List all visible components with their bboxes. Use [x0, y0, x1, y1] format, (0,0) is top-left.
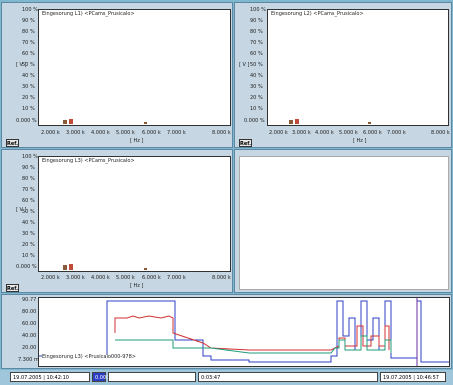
y-tick: 100 %: [250, 7, 266, 13]
spectrum-bar: [63, 120, 67, 124]
x-tick: 2.000 k: [269, 130, 288, 136]
y-tick: 40 %: [22, 73, 35, 79]
x-tick: 2.000 k: [41, 130, 60, 136]
y-tick: 20 %: [250, 95, 263, 101]
y-tick: 50 %: [22, 62, 35, 68]
y-tick: 50 %: [250, 62, 263, 68]
y-tick: 20.00: [22, 345, 37, 351]
x-tick: 4.000 k: [91, 130, 110, 136]
trend-pane: Eingesorung L3) <Prusicalo000-978> 90.77…: [1, 294, 452, 369]
x-tick: 8.000 k: [431, 130, 450, 136]
y-tick: 70 %: [22, 40, 35, 46]
y-tick: 10 %: [22, 106, 35, 112]
y-tick: 60 %: [250, 51, 263, 57]
x-tick: 5.000 k: [339, 130, 358, 136]
x-tick: 5.000 k: [116, 275, 135, 281]
y-tick: 0.000 %: [244, 118, 265, 124]
x-tick: 8.000 k: [212, 130, 231, 136]
x-tick: 6.000 k: [142, 130, 161, 136]
x-tick: 4.000 k: [91, 275, 110, 281]
spectrum-bar: [144, 268, 147, 270]
ref-button[interactable]: Ref.: [239, 139, 252, 147]
y-tick: 60 %: [22, 51, 35, 57]
spectrum-bar: [63, 265, 67, 270]
x-axis-label: [ Hz ]: [353, 138, 367, 144]
x-tick: 5.000 k: [116, 130, 135, 136]
cursor-field[interactable]: 0.000: [92, 372, 109, 382]
spectrum-bar: [368, 122, 371, 124]
spectrum-pane-l3: Eingesorung L3) <PCams_Prusicalo> [ V ] …: [1, 149, 233, 293]
x-tick: 7.000 k: [167, 130, 186, 136]
x-tick: 6.000 k: [363, 130, 382, 136]
spectrum-bar: [69, 264, 73, 270]
ref-button[interactable]: Ref.: [6, 284, 19, 292]
spectrum-pane-l2: Eingesorung L2) <PCams_Prusicalo> [ V ] …: [234, 2, 452, 148]
timeline-slider[interactable]: [108, 372, 196, 382]
spectrum-pane-l1: Eingesorung L1) <PCams_Prusicalo> [ V ] …: [1, 2, 233, 148]
trend-legend: Eingesorung L3) <Prusicalo000-978>: [42, 354, 136, 360]
duration-field: 0:03:47: [198, 372, 378, 382]
x-tick: 3.000 k: [292, 130, 311, 136]
x-tick: 7.000 k: [167, 275, 186, 281]
y-tick: 90 %: [22, 165, 35, 171]
x-axis-label: [ Hz ]: [130, 283, 144, 289]
y-tick: 10 %: [250, 106, 263, 112]
y-tick: 70 %: [22, 187, 35, 193]
x-tick: 4.000 k: [315, 130, 334, 136]
x-tick: 6.000 k: [142, 275, 161, 281]
y-tick: 10 %: [22, 253, 35, 259]
x-tick: 7.000 k: [387, 130, 406, 136]
x-tick: 3.000 k: [66, 275, 85, 281]
empty-pane: [234, 149, 452, 293]
trend-trace-red: [114, 315, 390, 351]
y-tick: 30 %: [250, 84, 263, 90]
y-tick: 100 %: [22, 7, 38, 13]
y-tick: 30 %: [22, 231, 35, 237]
y-tick: 70 %: [250, 40, 263, 46]
spectrum-bar: [69, 119, 73, 124]
y-tick: 7.300 m: [18, 357, 39, 363]
spectrum-plot-l1[interactable]: Eingesorung L1) <PCams_Prusicalo>: [38, 9, 231, 126]
y-tick: 80.00: [22, 309, 37, 315]
y-tick: 0.000 %: [16, 264, 37, 270]
y-tick: 50 %: [22, 209, 35, 215]
y-tick: 30 %: [22, 84, 35, 90]
spectrum-bar: [144, 122, 147, 124]
x-axis-label: [ Hz ]: [130, 138, 144, 144]
y-tick: 80 %: [22, 29, 35, 35]
y-tick: 60 %: [22, 198, 35, 204]
y-tick: 80 %: [250, 29, 263, 35]
y-tick: 100 %: [22, 154, 38, 160]
spectrum-bar: [289, 120, 293, 124]
x-tick: 8.000 k: [212, 275, 231, 281]
y-tick: 40 %: [250, 73, 263, 79]
y-axis-label: [ V ]: [239, 62, 250, 68]
plot-legend: Eingesorung L3) <PCams_Prusicalo>: [42, 158, 135, 164]
y-tick: 20 %: [22, 95, 35, 101]
plot-legend: Eingesorung L2) <PCams_Prusicalo>: [271, 11, 364, 17]
status-bar: 19.07.2005 | 10:42:10 0.000 0:03:47 19.0…: [0, 370, 453, 385]
x-tick: 2.000 k: [41, 275, 60, 281]
y-tick: 60.00: [22, 321, 37, 327]
y-tick: 40 %: [22, 220, 35, 226]
start-time-field: 19.07.2005 | 10:42:10: [10, 372, 90, 382]
x-tick: 3.000 k: [66, 130, 85, 136]
y-tick: 80 %: [22, 176, 35, 182]
empty-plot[interactable]: [239, 156, 449, 290]
y-tick: 20 %: [22, 242, 35, 248]
trend-trace-blue: [39, 300, 449, 363]
ref-button[interactable]: Ref.: [6, 139, 19, 147]
y-tick: 40.00: [22, 333, 37, 339]
plot-legend: Eingesorung L1) <PCams_Prusicalo>: [42, 11, 135, 17]
spectrum-bar: [295, 119, 299, 124]
spectrum-plot-l3[interactable]: Eingesorung L3) <PCams_Prusicalo>: [38, 156, 231, 272]
y-tick: 90 %: [22, 18, 35, 24]
y-tick: 0.000 %: [16, 118, 37, 124]
trend-plot[interactable]: Eingesorung L3) <Prusicalo000-978>: [38, 297, 450, 367]
spectrum-plot-l2[interactable]: Eingesorung L2) <PCams_Prusicalo>: [267, 9, 449, 126]
y-tick: 90.77: [22, 297, 37, 303]
end-time-field: 19.07.2005 | 10:46:57: [380, 372, 446, 382]
y-tick: 90 %: [250, 18, 263, 24]
